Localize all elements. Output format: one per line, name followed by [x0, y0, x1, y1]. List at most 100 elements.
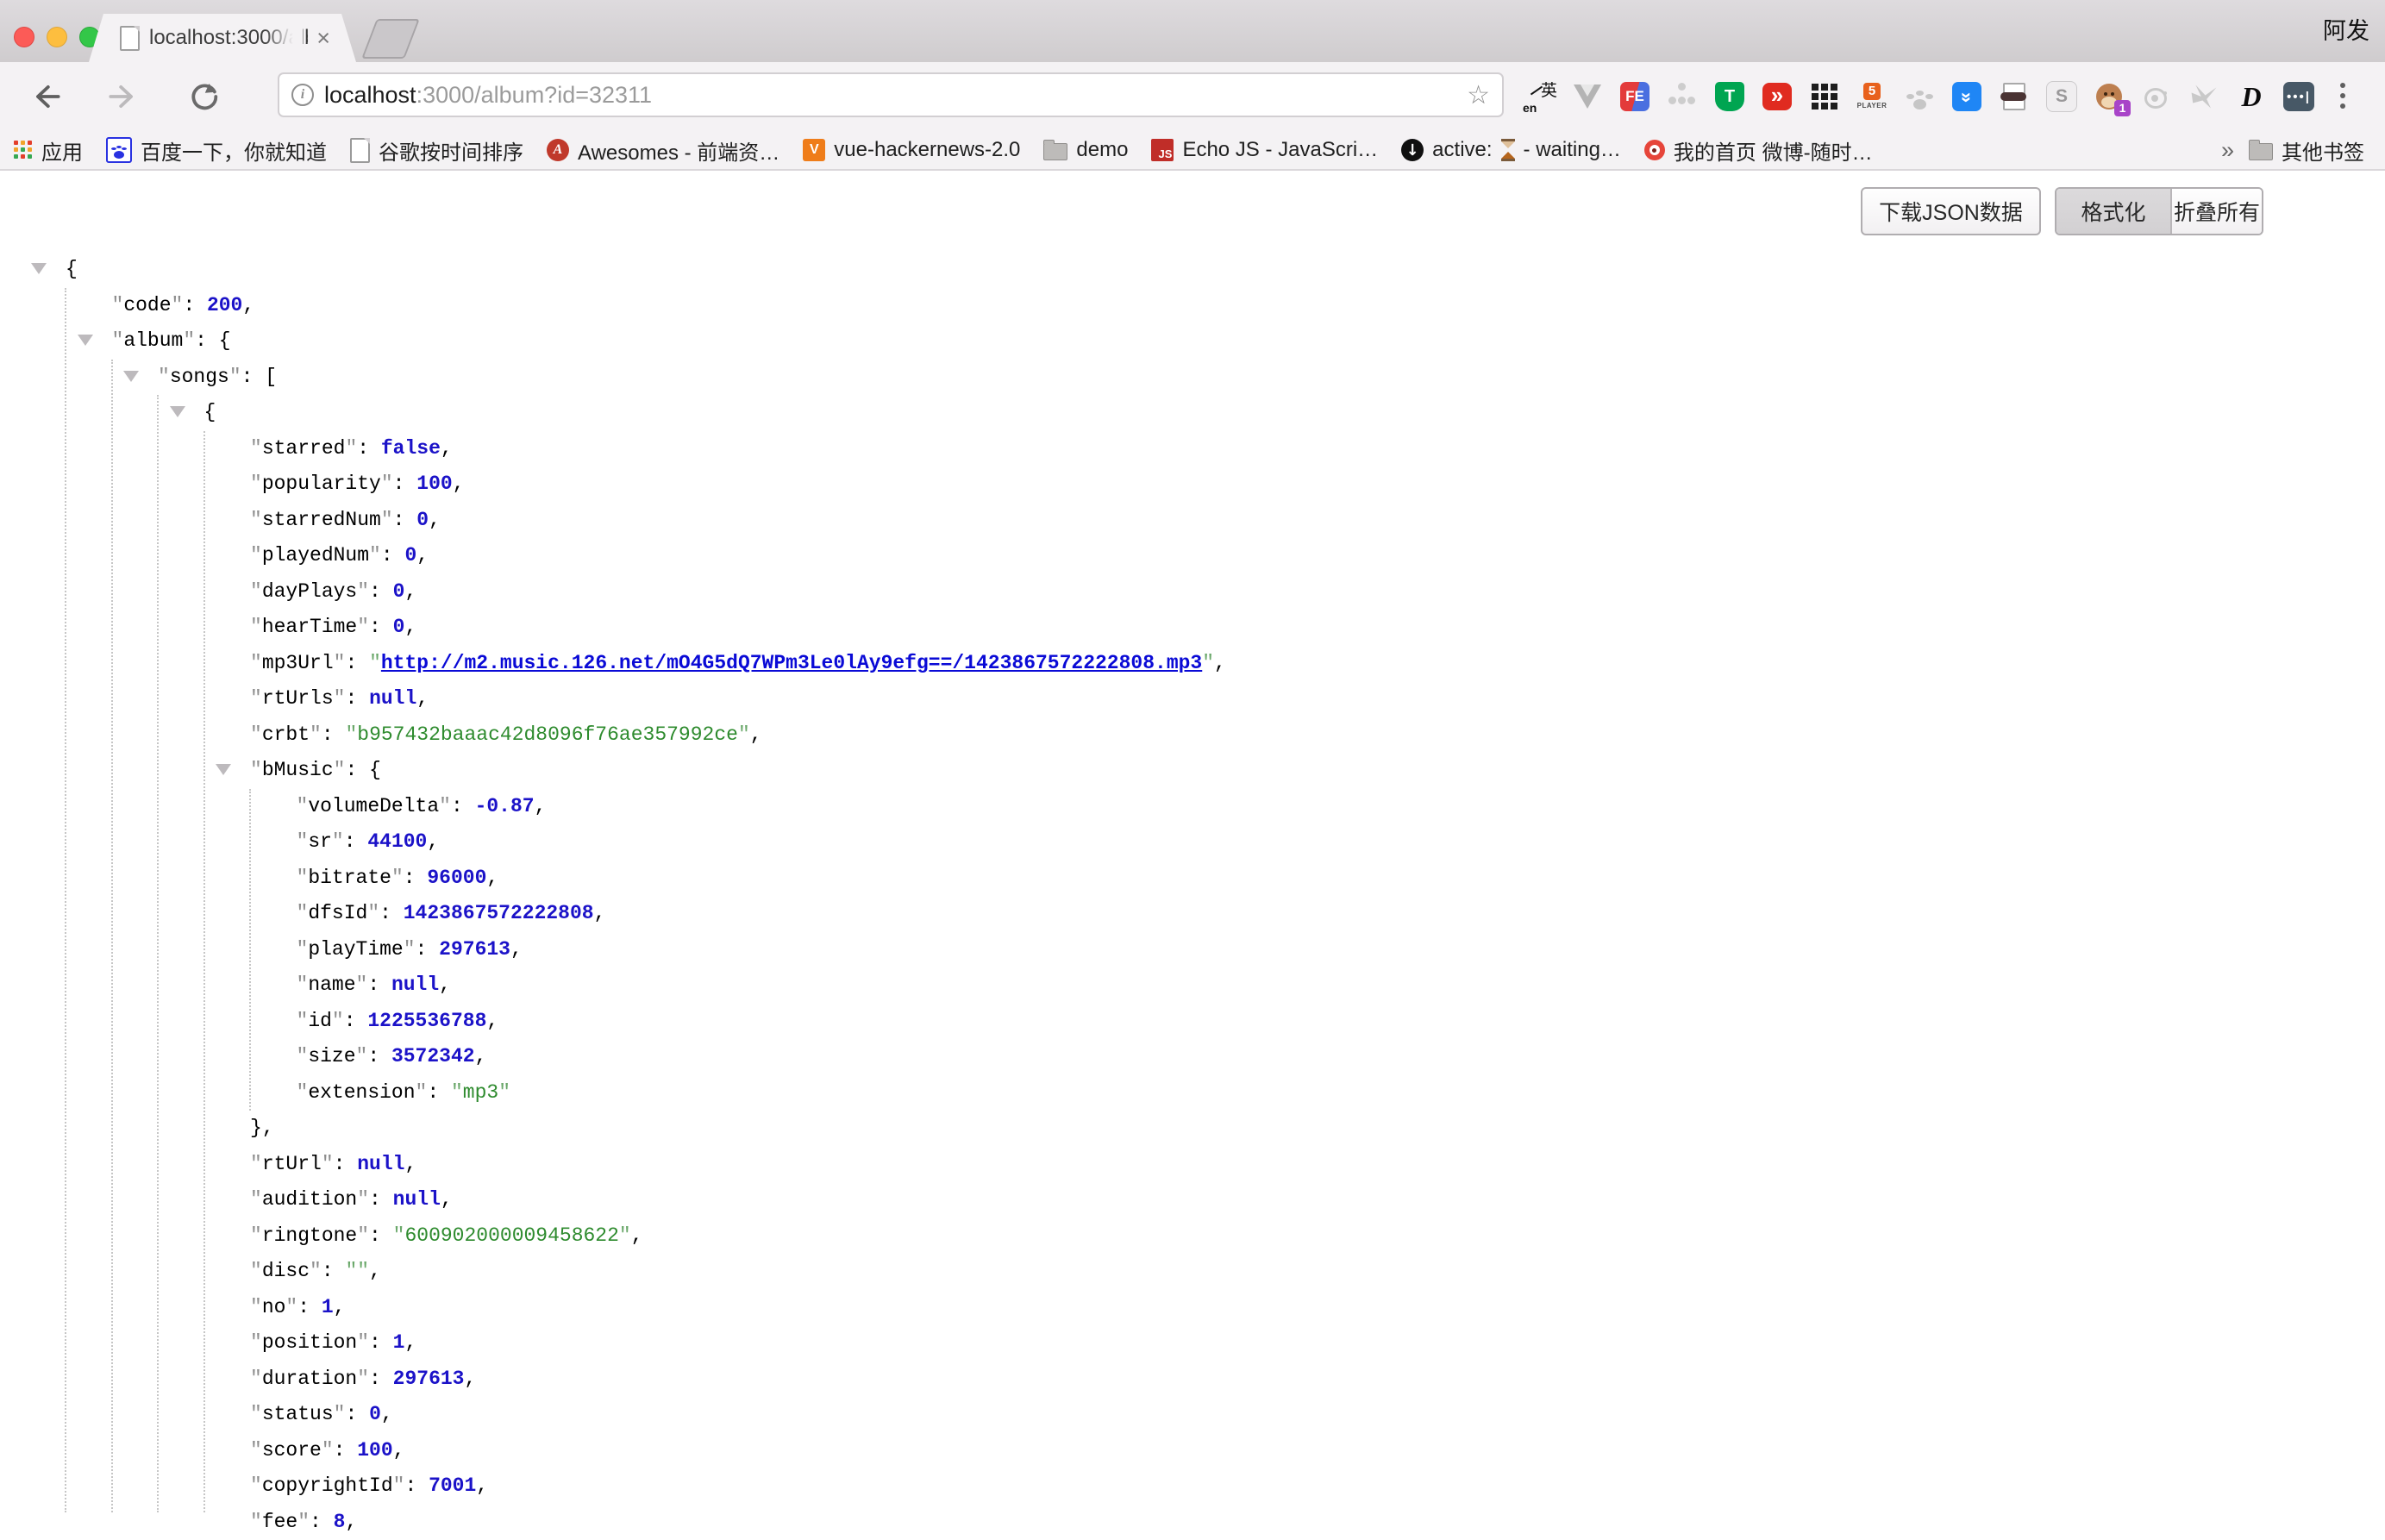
collapse-toggle-icon[interactable]	[78, 335, 93, 346]
json-key: songs	[170, 366, 229, 388]
json-key: playTime	[308, 938, 403, 961]
close-window-button[interactable]	[14, 27, 34, 47]
download-json-button[interactable]: 下载JSON数据	[1861, 187, 2041, 235]
json-string-value: mp3	[463, 1081, 498, 1104]
bookmark-label: 我的首页 微博-随时…	[1674, 135, 1873, 166]
json-line: "rtUrls": null,	[0, 681, 2385, 717]
tampermonkey-icon[interactable]: T	[1714, 77, 1745, 116]
json-view: {"code": 200,"album": {"songs": [{"starr…	[0, 252, 2385, 1512]
json-number-value: 297613	[439, 938, 510, 961]
browser-tab[interactable]: localhost:3000/album?id=323 ×	[89, 14, 356, 62]
json-line: "starred": false,	[0, 431, 2385, 467]
collapse-toggle-icon[interactable]	[170, 406, 185, 417]
json-key: audition	[262, 1188, 357, 1211]
new-tab-button[interactable]	[361, 19, 420, 59]
format-button[interactable]: 格式化	[2056, 189, 2170, 234]
mask-document-icon[interactable]	[1999, 77, 2030, 116]
extension-icons: 英 FE T » 5PLAYER » S1 D •••|	[1524, 62, 2314, 131]
json-line: "copyrightId": 7001,	[0, 1468, 2385, 1505]
other-bookmarks-folder[interactable]: 其他书签	[2249, 131, 2364, 169]
html5-player-icon[interactable]: 5PLAYER	[1856, 77, 1887, 116]
folder-icon	[1043, 143, 1067, 160]
json-line: "position": 1,	[0, 1325, 2385, 1362]
json-line: "fee": 8,	[0, 1505, 2385, 1540]
monkey-icon[interactable]: 1	[2094, 77, 2125, 116]
weibo-gray-icon[interactable]	[2141, 77, 2172, 116]
json-line: "code": 200,	[0, 288, 2385, 324]
minimize-window-button[interactable]	[47, 27, 67, 47]
tab-close-icon[interactable]: ×	[316, 27, 330, 50]
window-controls	[14, 27, 100, 47]
bookmark-item[interactable]: 百度一下，你就知道	[106, 135, 327, 166]
json-number-value: null	[391, 973, 439, 996]
bookmark-label: demo	[1076, 138, 1128, 162]
hummingbird-icon[interactable]	[2188, 77, 2219, 116]
json-line: "bitrate": 96000,	[0, 861, 2385, 897]
json-number-value: 1423867572222808	[404, 902, 594, 924]
json-line: "dfsId": 1423867572222808,	[0, 896, 2385, 932]
bookmarks-overflow-icon[interactable]: »	[2221, 131, 2234, 169]
forward-button[interactable]	[105, 80, 138, 113]
json-number-value: 8	[334, 1511, 346, 1533]
json-line: "playTime": 297613,	[0, 932, 2385, 968]
bookmark-item[interactable]: vue-hackernews-2.0	[803, 138, 1020, 162]
vue-icon[interactable]	[1572, 77, 1603, 116]
qr-code-icon[interactable]	[1809, 77, 1840, 116]
json-number-value: 7001	[429, 1474, 476, 1497]
json-key: code	[123, 294, 171, 316]
bookmark-label: - waiting…	[1524, 138, 1621, 162]
json-url-link[interactable]: http://m2.music.126.net/mO4G5dQ7WPm3Le0l…	[381, 652, 1202, 674]
bookmark-item[interactable]: Awesomes - 前端资…	[547, 135, 779, 166]
reload-button[interactable]	[188, 80, 221, 113]
bookmark-star-icon[interactable]: ☆	[1467, 80, 1490, 110]
collapse-toggle-icon[interactable]	[123, 371, 139, 382]
browser-menu-icon[interactable]	[2340, 83, 2345, 88]
sitemap-icon[interactable]	[1667, 77, 1698, 116]
json-number-value: false	[381, 437, 441, 460]
s-icon[interactable]: S	[2046, 77, 2077, 116]
address-bar[interactable]: i localhost:3000/album?id=32311 ☆	[278, 72, 1504, 117]
json-key: no	[262, 1296, 286, 1318]
bookmarks-bar: 应用百度一下，你就知道谷歌按时间排序 Awesomes - 前端资… vue-hac…	[0, 131, 2385, 171]
password-manager-icon[interactable]: •••|	[2283, 77, 2314, 116]
json-key: ringtone	[262, 1224, 357, 1247]
json-key: hearTime	[262, 616, 357, 638]
paw-icon[interactable]	[1904, 77, 1935, 116]
bookmark-item[interactable]: 谷歌按时间排序	[350, 135, 523, 166]
json-line: "hearTime": 0,	[0, 610, 2385, 646]
json-number-value: 0	[393, 616, 405, 638]
page-favicon-icon	[120, 26, 140, 51]
profile-name[interactable]: 阿发	[2323, 0, 2369, 62]
bookmark-item[interactable]: active:- waiting…	[1401, 138, 1621, 162]
back-button[interactable]	[31, 80, 64, 113]
bookmark-item[interactable]: 应用	[14, 135, 83, 166]
json-key: size	[308, 1045, 355, 1067]
json-number-value: 1	[393, 1331, 405, 1354]
downloads-icon[interactable]: »	[1951, 77, 1982, 116]
bookmark-item[interactable]: Echo JS - JavaScri…	[1151, 138, 1378, 162]
json-line: "status": 0,	[0, 1397, 2385, 1433]
titlebar: localhost:3000/album?id=323 × 阿发	[0, 0, 2385, 62]
fe-icon[interactable]: FE	[1619, 77, 1650, 116]
collapse-all-button[interactable]: 折叠所有	[2170, 189, 2262, 234]
json-brace: {	[369, 759, 381, 781]
bookmark-label: 应用	[41, 135, 83, 166]
bookmark-item[interactable]: 我的首页 微博-随时…	[1644, 135, 1873, 166]
translate-icon[interactable]: 英	[1524, 77, 1556, 116]
json-number-value: 44100	[367, 830, 427, 853]
json-line: "duration": 297613,	[0, 1362, 2385, 1398]
json-line: "audition": null,	[0, 1182, 2385, 1218]
bookmark-item[interactable]: demo	[1043, 138, 1128, 162]
json-number-value: null	[393, 1188, 441, 1211]
d-icon[interactable]: D	[2236, 77, 2267, 116]
page-info-icon[interactable]: i	[291, 84, 314, 106]
baidu-paw-icon	[106, 137, 132, 163]
collapse-toggle-icon[interactable]	[216, 764, 231, 775]
bookmark-label: Echo JS - JavaScri…	[1182, 138, 1378, 162]
json-line: "id": 1225536788,	[0, 1004, 2385, 1040]
json-key: bitrate	[308, 867, 391, 889]
collapse-toggle-icon[interactable]	[31, 263, 47, 274]
json-key: extension	[308, 1081, 415, 1104]
url-path: :3000/album?id=32311	[416, 82, 652, 108]
fast-forward-icon[interactable]: »	[1762, 77, 1793, 116]
